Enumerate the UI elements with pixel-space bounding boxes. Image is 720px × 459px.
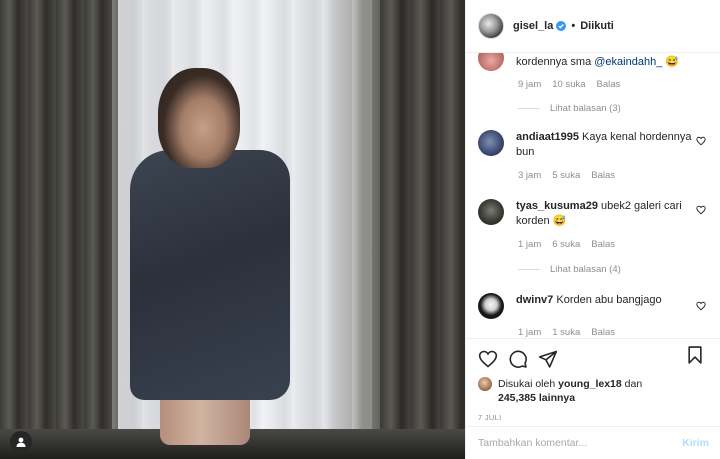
comment-time[interactable]: 1 jam <box>518 239 541 250</box>
share-paper-plane-icon[interactable] <box>538 349 558 369</box>
likes-text: Disukai oleh young_lex18 dan 245,385 lai… <box>498 377 642 405</box>
reply-button[interactable]: Balas <box>597 79 621 90</box>
reply-button[interactable]: Balas <box>591 239 615 250</box>
likes-count[interactable]: 245,385 <box>498 392 536 404</box>
person-head <box>158 68 240 168</box>
header-separator: • <box>571 20 576 32</box>
commenter-avatar[interactable] <box>478 293 504 319</box>
post-date[interactable]: 7 JULI <box>478 413 709 422</box>
comment-item: andiaat1995 Kaya kenal hordennya bun 3 j… <box>478 130 718 181</box>
post-actions: Disukai oleh young_lex18 dan 245,385 lai… <box>466 338 720 422</box>
comment-body: Korden abu bangjago <box>556 294 662 306</box>
comment-meta: 3 jam 5 suka Balas <box>518 170 718 181</box>
post-photo[interactable] <box>0 0 465 459</box>
user-icon <box>16 437 26 447</box>
tagged-user-button[interactable] <box>10 431 32 453</box>
comment-body: kordennya sma <box>516 56 595 68</box>
author-avatar[interactable] <box>478 13 504 39</box>
liker-username[interactable]: young_lex18 <box>558 378 622 390</box>
reply-button[interactable]: Balas <box>591 170 615 181</box>
comment-text: tyas_kusuma29 ubek2 galeri cari korden 😅 <box>516 199 692 229</box>
comment-meta: 1 jam 1 suka Balas <box>518 327 718 338</box>
comment-likes[interactable]: 10 suka <box>552 79 585 90</box>
comment-likes[interactable]: 5 suka <box>552 170 580 181</box>
curtain-right <box>380 0 465 459</box>
emoji: 😅 <box>665 56 680 68</box>
likes-suffix[interactable]: lainnya <box>539 392 575 404</box>
comment-text: kordennya sma @ekaindahh_ 😅 <box>516 53 692 71</box>
comment-text: andiaat1995 Kaya kenal hordennya bun <box>516 130 692 160</box>
curtain-left <box>0 0 118 459</box>
commenter-avatar[interactable] <box>478 130 504 156</box>
comment-time[interactable]: 3 jam <box>518 170 541 181</box>
post-header: gisel_la • Diikuti <box>466 0 720 53</box>
comment-partial: kordennya sma @ekaindahh_ 😅 9 jam 10 suk… <box>478 53 718 114</box>
comment-meta: 9 jam 10 suka Balas <box>518 79 718 90</box>
comment-meta: 1 jam 6 suka Balas <box>518 239 718 250</box>
commenter-username[interactable]: andiaat1995 <box>516 131 579 143</box>
commenter-username[interactable]: dwinv7 <box>516 294 553 306</box>
commenter-avatar[interactable] <box>478 53 504 71</box>
comment-text: dwinv7 Korden abu bangjago <box>516 293 692 319</box>
comment-likes[interactable]: 6 suka <box>552 239 580 250</box>
likes-conj: dan <box>624 378 643 390</box>
likes-summary[interactable]: Disukai oleh young_lex18 dan 245,385 lai… <box>478 377 709 405</box>
post-sidebar: gisel_la • Diikuti kordennya sma @ekaind… <box>465 0 720 459</box>
view-replies-label: Lihat balasan (3) <box>550 103 621 114</box>
following-button[interactable]: Diikuti <box>580 20 614 32</box>
comment-bubble-icon[interactable] <box>508 349 528 369</box>
likes-prefix: Disukai oleh <box>498 378 556 390</box>
comment-time[interactable]: 9 jam <box>518 79 541 90</box>
mention-link[interactable]: @ekaindahh_ <box>594 56 662 68</box>
comment-composer: Kirim <box>466 426 720 459</box>
replies-divider <box>518 108 540 109</box>
add-comment-input[interactable] <box>478 437 683 449</box>
liker-avatar <box>478 377 492 391</box>
replies-divider <box>518 269 540 270</box>
comment-item: dwinv7 Korden abu bangjago 1 jam 1 suka … <box>478 293 718 338</box>
like-comment-heart-icon[interactable] <box>696 136 706 146</box>
like-comment-heart-icon[interactable] <box>696 205 706 215</box>
comments-list[interactable]: kordennya sma @ekaindahh_ 😅 9 jam 10 suk… <box>466 53 720 338</box>
reply-button[interactable]: Balas <box>591 327 615 338</box>
view-replies-button[interactable]: Lihat balasan (3) <box>518 103 718 114</box>
action-icons <box>478 345 709 373</box>
post-comment-button[interactable]: Kirim <box>682 437 709 449</box>
person-shirt <box>130 150 290 400</box>
view-replies-button[interactable]: Lihat balasan (4) <box>518 264 718 275</box>
commenter-username[interactable]: tyas_kusuma29 <box>516 200 598 212</box>
author-username[interactable]: gisel_la <box>513 20 553 32</box>
comment-item: tyas_kusuma29 ubek2 galeri cari korden 😅… <box>478 199 718 275</box>
commenter-avatar[interactable] <box>478 199 504 225</box>
comment-time[interactable]: 1 jam <box>518 327 541 338</box>
view-replies-label: Lihat balasan (4) <box>550 264 621 275</box>
comment-likes[interactable]: 1 suka <box>552 327 580 338</box>
like-comment-heart-icon[interactable] <box>696 301 706 311</box>
like-heart-icon[interactable] <box>478 349 498 369</box>
save-bookmark-icon[interactable] <box>685 345 705 365</box>
verified-badge-icon <box>556 21 567 31</box>
